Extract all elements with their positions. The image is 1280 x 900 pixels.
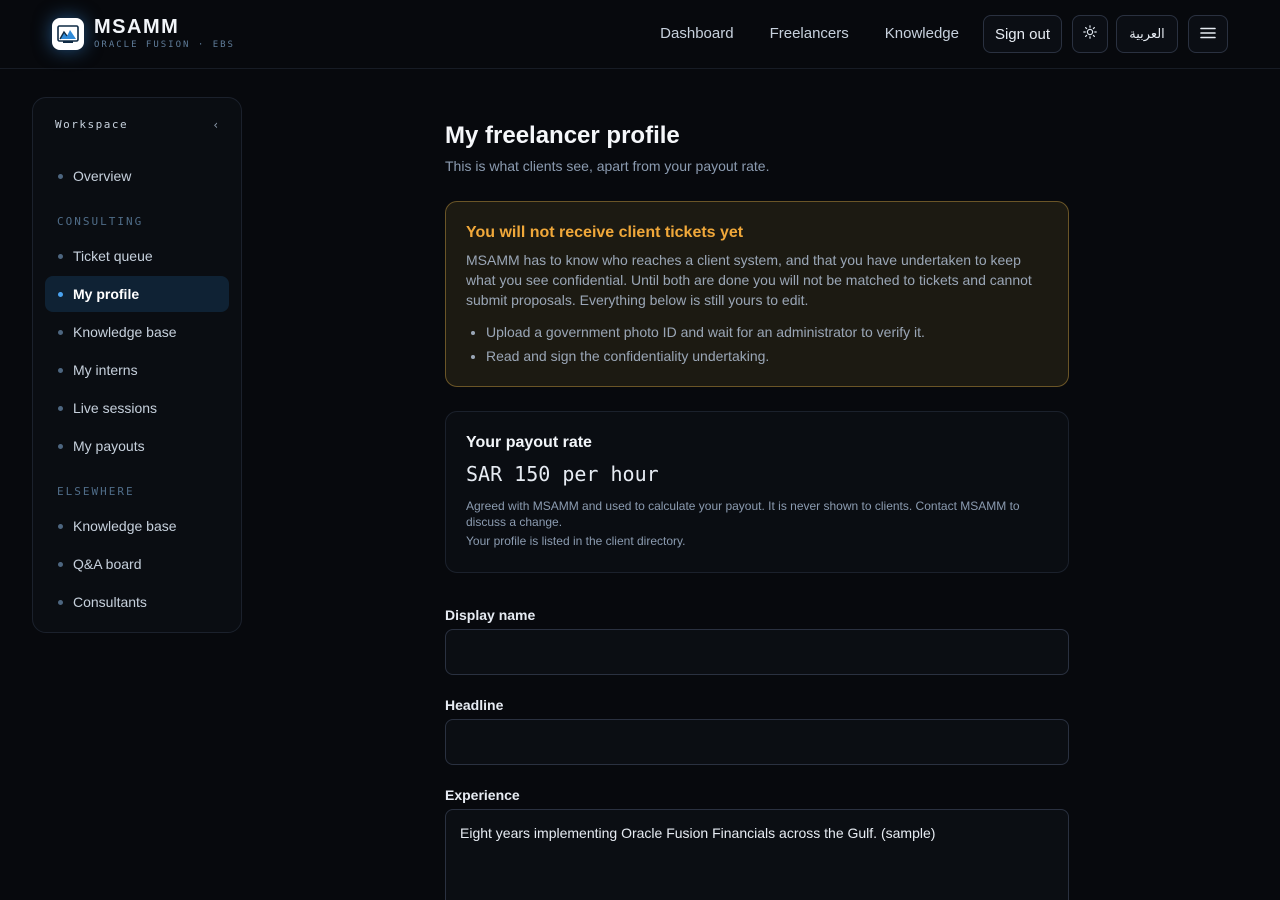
warning-steps: Upload a government photo ID and wait fo… — [466, 320, 1048, 368]
bullet-dot-icon — [58, 523, 63, 529]
sun-icon — [1083, 25, 1097, 43]
brand[interactable]: MSAMM ORACLE FUSION · EBS — [52, 17, 235, 50]
bullet-dot-icon — [58, 443, 63, 449]
payout-note: Agreed with MSAMM and used to calculate … — [466, 499, 1020, 529]
sidebar-item-my-payouts[interactable]: My payouts — [45, 428, 229, 464]
sidebar-heading: Workspace — [55, 118, 129, 131]
menu-button[interactable] — [1188, 15, 1228, 53]
bullet-dot-icon — [58, 561, 63, 567]
sidebar-item-knowledge-base-elsewhere[interactable]: Knowledge base — [45, 508, 229, 544]
page-title: My freelancer profile — [445, 122, 680, 149]
warning-step-upload-id: Upload a government photo ID and wait fo… — [486, 320, 1048, 344]
bullet-dot-icon — [58, 329, 63, 335]
bullet-dot-icon — [58, 405, 63, 411]
nav-link-freelancers[interactable]: Freelancers — [770, 15, 849, 53]
bullet-dot-icon — [58, 173, 63, 179]
top-navigation-bar: MSAMM ORACLE FUSION · EBS Dashboard Free… — [0, 0, 1280, 69]
sidebar-item-my-interns[interactable]: My interns — [45, 352, 229, 388]
sidebar-item-label: Knowledge base — [73, 324, 177, 340]
bullet-dot-icon — [58, 367, 63, 373]
workspace-sidebar: Workspace ‹ Overview CONSULTING Ticket q… — [32, 97, 242, 633]
sidebar-item-label: Q&A board — [73, 556, 142, 572]
warning-step-confidentiality: Read and sign the confidentiality undert… — [486, 344, 1048, 368]
warning-body: MSAMM has to know who reaches a client s… — [466, 252, 1032, 308]
payout-title: Your payout rate — [466, 434, 592, 451]
experience-label: Experience — [445, 787, 520, 803]
directory-listing-status: Your profile is listed in the client dir… — [466, 534, 686, 548]
warning-title: You will not receive client tickets yet — [466, 224, 744, 241]
logo-icon — [52, 17, 84, 50]
onboarding-warning-callout: You will not receive client tickets yet … — [445, 201, 1069, 387]
header-nav: Dashboard Freelancers Knowledge Sign out… — [660, 15, 1228, 53]
bullet-dot-icon — [58, 253, 63, 259]
chevron-left-icon[interactable]: ‹ — [212, 118, 221, 132]
sidebar-item-label: Knowledge base — [73, 518, 177, 534]
sidebar-item-live-sessions[interactable]: Live sessions — [45, 390, 229, 426]
sign-out-button[interactable]: Sign out — [983, 15, 1062, 53]
sidebar-item-knowledge-base[interactable]: Knowledge base — [45, 314, 229, 350]
sidebar-item-label: My payouts — [73, 438, 145, 454]
sidebar-item-my-profile[interactable]: My profile — [45, 276, 229, 312]
bullet-dot-icon — [58, 291, 63, 297]
page-subtitle: This is what clients see, apart from you… — [445, 158, 770, 174]
bullet-dot-icon — [58, 599, 63, 605]
sidebar-item-label: Consultants — [73, 594, 147, 610]
hamburger-menu-icon — [1200, 26, 1216, 43]
sidebar-item-label: Overview — [73, 168, 132, 184]
sidebar-section-consulting: CONSULTING — [57, 215, 144, 228]
payout-rate-value: SAR 150 per hour — [466, 462, 659, 486]
display-name-input[interactable] — [445, 629, 1069, 675]
sidebar-header: Workspace ‹ — [55, 118, 221, 132]
brand-tagline: ORACLE FUSION · EBS — [94, 40, 235, 50]
language-switch-button[interactable]: العربية — [1116, 15, 1178, 53]
sidebar-item-label: Ticket queue — [73, 248, 153, 264]
headline-input[interactable] — [445, 719, 1069, 765]
sidebar-item-ticket-queue[interactable]: Ticket queue — [45, 238, 229, 274]
headline-label: Headline — [445, 697, 504, 713]
sidebar-item-label: Live sessions — [73, 400, 158, 416]
display-name-label: Display name — [445, 607, 536, 623]
sidebar-section-elsewhere: ELSEWHERE — [57, 485, 135, 498]
sidebar-item-consultants[interactable]: Consultants — [45, 584, 229, 620]
sidebar-item-qa-board[interactable]: Q&A board — [45, 546, 229, 582]
nav-link-dashboard[interactable]: Dashboard — [660, 15, 733, 53]
brand-name: MSAMM — [94, 16, 180, 38]
sidebar-item-label: My interns — [73, 362, 138, 378]
nav-link-knowledge[interactable]: Knowledge — [885, 15, 959, 53]
sidebar-item-label: My profile — [73, 286, 140, 302]
theme-toggle-button[interactable] — [1072, 15, 1108, 53]
sidebar-item-overview[interactable]: Overview — [45, 158, 229, 194]
experience-textarea[interactable]: Eight years implementing Oracle Fusion F… — [445, 809, 1069, 900]
payout-rate-card: Your payout rate SAR 150 per hour Agreed… — [445, 411, 1069, 573]
